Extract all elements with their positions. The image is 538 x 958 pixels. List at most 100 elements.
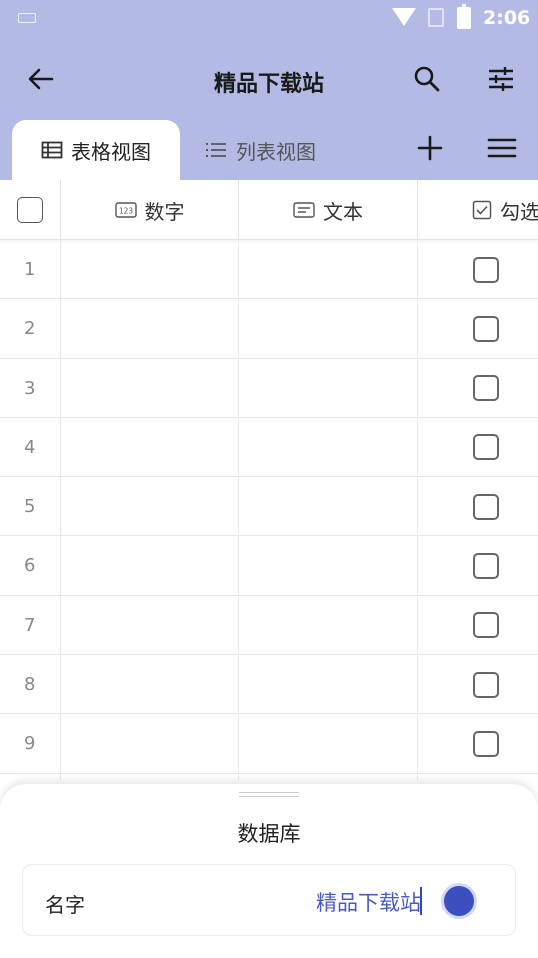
row-checkbox[interactable] <box>473 612 499 639</box>
color-picker-dot[interactable] <box>441 883 477 919</box>
battery-icon <box>457 4 471 29</box>
tab-table-view[interactable]: 表格视图 <box>12 120 180 180</box>
name-field-input[interactable]: 精品下载站 <box>316 887 421 917</box>
row-checkbox[interactable] <box>473 256 499 283</box>
app-bar: 精品下载站 <box>0 48 538 110</box>
table-row[interactable]: 6 <box>0 536 538 596</box>
table-row[interactable]: 8 <box>0 655 538 715</box>
number-cell[interactable] <box>61 358 239 418</box>
checkbox-cell <box>418 536 538 595</box>
keyboard-icon <box>18 13 36 23</box>
no-sim-icon <box>428 8 444 27</box>
checkbox-cell <box>418 714 538 773</box>
checkbox-cell <box>418 477 538 536</box>
add-view-icon[interactable] <box>414 132 446 164</box>
tab-list-view[interactable]: 列表视图 <box>204 120 316 180</box>
number-cell[interactable] <box>61 299 239 359</box>
row-checkbox[interactable] <box>473 730 499 757</box>
list-view-icon <box>206 143 226 157</box>
view-tab-bar: 表格视图 列表视图 <box>0 118 538 180</box>
checkbox-field-icon <box>472 200 492 220</box>
text-cursor <box>420 887 422 915</box>
column-header-number[interactable]: 123 数字 <box>61 180 239 240</box>
database-bottom-sheet: 数据库 名字 精品下载站 <box>0 784 538 958</box>
search-icon[interactable] <box>410 62 444 96</box>
table-row[interactable]: 4 <box>0 417 538 478</box>
row-number: 3 <box>0 358 61 418</box>
text-cell[interactable] <box>239 536 418 596</box>
column-header-number-label: 数字 <box>144 199 185 224</box>
number-cell[interactable] <box>61 417 239 477</box>
table-row[interactable]: 2 <box>0 299 538 359</box>
number-cell[interactable] <box>61 655 239 715</box>
text-cell[interactable] <box>239 773 418 780</box>
row-number: 7 <box>0 595 61 655</box>
row-number: 8 <box>0 655 61 715</box>
number-cell[interactable] <box>61 536 239 596</box>
row-number: 5 <box>0 477 61 537</box>
table-row[interactable]: 9 <box>0 714 538 774</box>
number-field-icon: 123 <box>114 202 137 218</box>
column-header-checkbox-label: 勾选 <box>500 199 538 224</box>
row-checkbox[interactable] <box>473 671 499 698</box>
text-cell[interactable] <box>239 477 418 537</box>
checkbox-cell <box>418 299 538 358</box>
number-cell[interactable] <box>61 714 239 774</box>
number-cell[interactable] <box>61 595 239 655</box>
column-header-checkbox[interactable]: 勾选 <box>418 180 538 240</box>
svg-text:123: 123 <box>118 207 133 216</box>
table-row[interactable]: 5 <box>0 477 538 537</box>
checkbox-cell <box>418 774 538 780</box>
data-table: 123 数字 文本 勾选 1 2 3 4 5 6 7 8 9 <box>0 180 538 780</box>
select-all-cell <box>0 180 61 240</box>
table-row[interactable]: 1 <box>0 240 538 300</box>
tab-table-view-label: 表格视图 <box>71 139 151 164</box>
table-rows: 1 2 3 4 5 6 7 8 9 <box>0 240 538 780</box>
table-row[interactable]: 7 <box>0 595 538 656</box>
row-checkbox[interactable] <box>473 493 499 520</box>
column-header-text[interactable]: 文本 <box>239 180 418 240</box>
status-bar: 2:06 <box>0 0 538 36</box>
menu-icon[interactable] <box>486 132 518 164</box>
status-time: 2:06 <box>483 7 531 29</box>
table-row[interactable]: 3 <box>0 358 538 418</box>
checkbox-cell <box>418 655 538 714</box>
checkbox-cell <box>418 240 538 299</box>
select-all-checkbox[interactable] <box>17 197 43 223</box>
row-number: 1 <box>0 240 61 299</box>
row-checkbox[interactable] <box>473 552 499 579</box>
text-cell[interactable] <box>239 417 418 477</box>
row-number <box>0 773 61 780</box>
text-cell[interactable] <box>239 714 418 774</box>
row-number: 6 <box>0 536 61 596</box>
number-cell[interactable] <box>61 477 239 537</box>
sheet-drag-handle[interactable] <box>239 792 299 797</box>
page-title: 精品下载站 <box>213 72 324 97</box>
tab-list-view-label: 列表视图 <box>236 139 316 164</box>
row-checkbox[interactable] <box>473 375 499 402</box>
row-checkbox[interactable] <box>473 434 499 461</box>
checkbox-cell <box>418 596 538 655</box>
number-cell[interactable] <box>61 773 239 780</box>
text-cell[interactable] <box>239 595 418 655</box>
text-cell[interactable] <box>239 655 418 715</box>
header: 2:06 精品下载站 表格视图 列表视图 <box>0 0 538 180</box>
tune-icon[interactable] <box>484 62 518 96</box>
name-field-label: 名字 <box>45 893 85 917</box>
column-header-text-label: 文本 <box>323 199 363 224</box>
row-number: 4 <box>0 417 61 477</box>
checkbox-cell <box>418 418 538 477</box>
text-cell[interactable] <box>239 299 418 359</box>
text-cell[interactable] <box>239 358 418 418</box>
wifi-icon <box>392 8 416 26</box>
number-cell[interactable] <box>61 240 239 299</box>
row-number: 2 <box>0 299 61 359</box>
text-cell[interactable] <box>239 240 418 299</box>
row-checkbox[interactable] <box>473 315 499 342</box>
text-field-icon <box>293 202 315 218</box>
table-header: 123 数字 文本 勾选 <box>0 180 538 240</box>
name-field-card[interactable]: 名字 精品下载站 <box>22 864 516 936</box>
table-view-icon <box>41 141 63 159</box>
table-row[interactable] <box>0 773 538 780</box>
checkbox-cell <box>418 359 538 418</box>
